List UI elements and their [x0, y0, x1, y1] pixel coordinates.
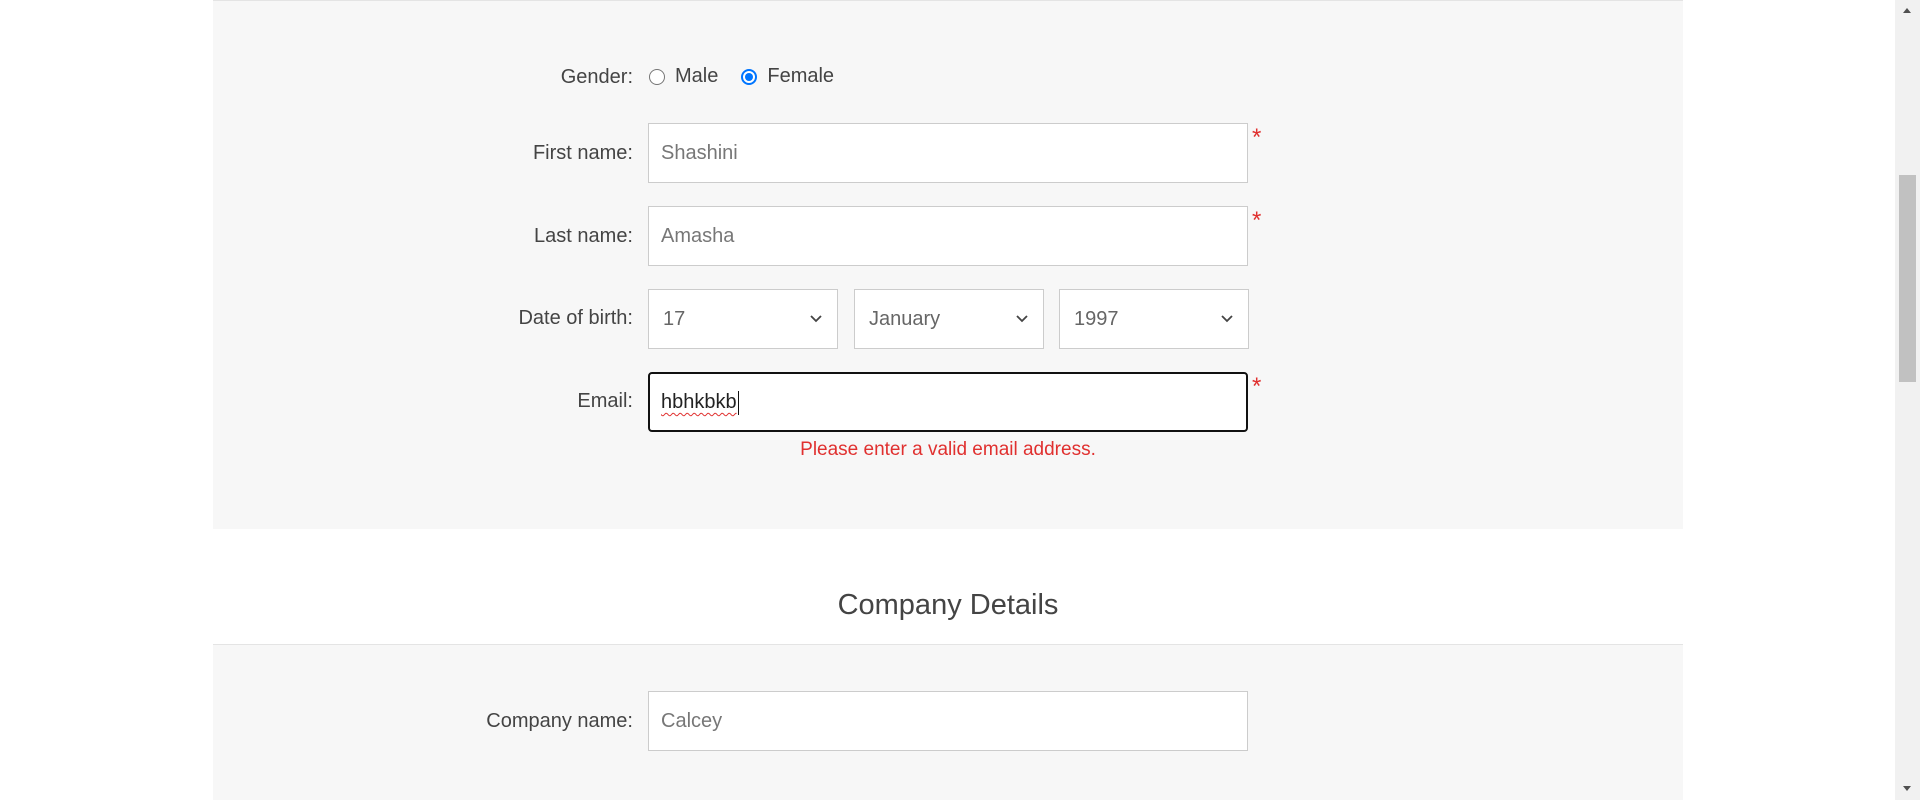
chevron-down-icon	[810, 315, 822, 323]
company-name-value: Calcey	[661, 710, 723, 732]
dob-day-select[interactable]: 17	[648, 289, 838, 349]
dob-year-value: 1997	[1074, 308, 1119, 330]
scroll-down-arrow-icon[interactable]	[1901, 783, 1913, 795]
chevron-down-icon	[1221, 315, 1233, 323]
date-of-birth-label: Date of birth:	[518, 307, 633, 329]
company-details-heading: Company Details	[837, 589, 1059, 621]
scroll-up-arrow-icon[interactable]	[1901, 4, 1913, 16]
gender-male-radio[interactable]	[649, 68, 665, 85]
first-name-value: Shashini	[661, 142, 738, 164]
gender-radio-group: Male Female	[649, 65, 857, 88]
email-error-message: Please enter a valid email address.	[800, 439, 1096, 460]
company-details-section: Company name: Calcey	[213, 644, 1683, 800]
text-caret	[737, 390, 739, 415]
last-name-input[interactable]: Amasha	[648, 206, 1248, 266]
gender-male-label[interactable]: Male	[675, 65, 718, 88]
dob-month-select[interactable]: January	[854, 289, 1044, 349]
dob-year-select[interactable]: 1997	[1059, 289, 1249, 349]
email-value: hbhkbkb	[661, 391, 737, 413]
dob-month-value: January	[869, 308, 941, 330]
email-label: Email:	[577, 390, 633, 412]
first-name-required-mark: *	[1252, 124, 1262, 151]
company-name-label: Company name:	[486, 710, 633, 732]
gender-female-label[interactable]: Female	[767, 65, 834, 88]
company-name-input[interactable]: Calcey	[648, 691, 1248, 751]
first-name-input[interactable]: Shashini	[648, 123, 1248, 183]
personal-details-section: Gender: Male Female First name: Shashini…	[213, 0, 1683, 529]
chevron-down-icon	[1016, 315, 1028, 323]
email-required-mark: *	[1252, 373, 1262, 400]
vertical-scrollbar[interactable]	[1895, 0, 1920, 800]
page-viewport: Gender: Male Female First name: Shashini…	[0, 0, 1920, 800]
gender-label: Gender:	[560, 66, 633, 88]
dob-day-value: 17	[663, 308, 686, 330]
first-name-label: First name:	[532, 142, 633, 164]
last-name-required-mark: *	[1252, 207, 1262, 234]
email-input[interactable]: hbhkbkb	[648, 372, 1248, 432]
last-name-label: Last name:	[534, 225, 633, 247]
last-name-value: Amasha	[661, 225, 735, 247]
scrollbar-thumb[interactable]	[1899, 175, 1916, 382]
registration-form: Gender: Male Female First name: Shashini…	[213, 0, 1683, 800]
gender-female-radio[interactable]	[741, 68, 758, 85]
